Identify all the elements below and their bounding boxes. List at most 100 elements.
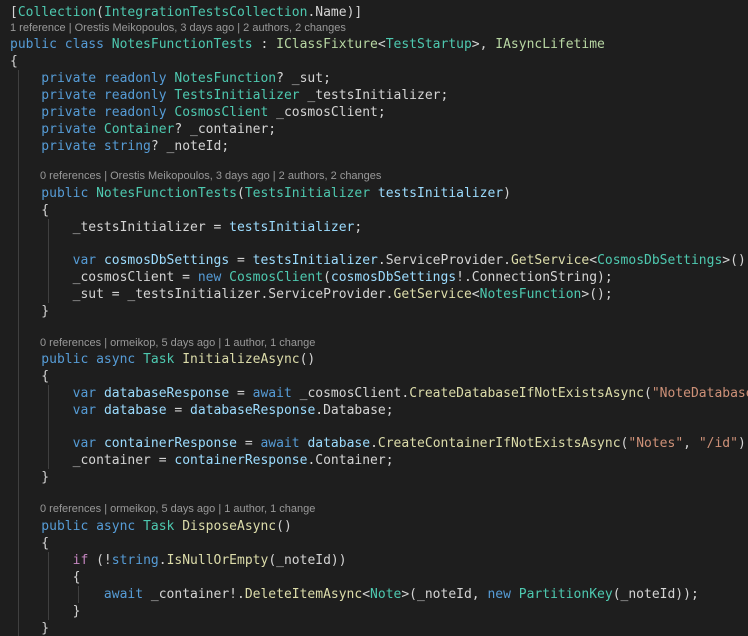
code-token: } bbox=[10, 621, 50, 636]
code-token: ); bbox=[737, 436, 748, 451]
code-token: "/id" bbox=[698, 436, 738, 451]
code-token: NotesFunction bbox=[174, 71, 277, 86]
code-token: TestStartup bbox=[385, 37, 472, 52]
code-token: private readonly bbox=[10, 88, 175, 103]
code-token: cosmosDbSettings bbox=[330, 270, 457, 285]
code-token: public async bbox=[10, 519, 144, 534]
code-line: private readonly NotesFunction? _sut; bbox=[10, 70, 331, 87]
code-token: database bbox=[103, 403, 167, 418]
code-token: TestsInitializer bbox=[244, 186, 371, 201]
code-token: var bbox=[72, 403, 104, 418]
code-token: . bbox=[370, 436, 378, 451]
code-token: _sut = _testsInitializer.ServiceProvider… bbox=[10, 287, 394, 302]
code-token: string bbox=[111, 553, 159, 568]
code-token: NotesFunction bbox=[479, 287, 582, 302]
code-line: { bbox=[10, 202, 49, 219]
code-token: if bbox=[72, 553, 89, 568]
code-line: _sut = _testsInitializer.ServiceProvider… bbox=[10, 286, 613, 303]
code-token: await bbox=[260, 436, 308, 451]
code-token: .ServiceProvider. bbox=[377, 253, 511, 268]
code-token: >, bbox=[471, 37, 496, 52]
code-token: ? _container; bbox=[174, 122, 277, 137]
code-token: "Notes" bbox=[628, 436, 684, 451]
code-editor[interactable]: [Collection(IntegrationTestsCollection.N… bbox=[0, 0, 748, 636]
code-token: testsInitializer bbox=[252, 253, 378, 268]
code-token: () bbox=[276, 519, 292, 534]
code-token: containerResponse bbox=[174, 453, 308, 468]
code-token: Collection bbox=[17, 5, 97, 20]
code-token: private string bbox=[10, 139, 151, 154]
code-token: new bbox=[487, 587, 519, 602]
code-line: _container = containerResponse.Container… bbox=[10, 452, 394, 469]
code-line: var containerResponse = await database.C… bbox=[10, 435, 748, 452]
code-token: Task bbox=[143, 352, 175, 367]
code-token: _cosmosClient. bbox=[291, 386, 410, 401]
code-token: database bbox=[307, 436, 371, 451]
code-token: CreateContainerIfNotExistsAsync bbox=[377, 436, 621, 451]
code-token: ( bbox=[323, 270, 331, 285]
code-line: var database = databaseResponse.Database… bbox=[10, 402, 394, 419]
code-token: } bbox=[10, 604, 81, 619]
codelens-info[interactable]: 0 references | ormeikop, 5 days ago | 1 … bbox=[40, 502, 315, 516]
code-token: var bbox=[72, 253, 104, 268]
code-token: (_noteId)); bbox=[612, 587, 699, 602]
code-token: Note bbox=[370, 587, 402, 602]
code-token: IAsyncLifetime bbox=[495, 37, 605, 52]
code-line: private readonly CosmosClient _cosmosCli… bbox=[10, 104, 386, 121]
code-token: : bbox=[252, 37, 277, 52]
code-token: < bbox=[362, 587, 371, 602]
code-token: _container = bbox=[10, 453, 175, 468]
code-token: ( bbox=[644, 386, 652, 401]
code-line: public async Task InitializeAsync() bbox=[10, 351, 315, 368]
code-token: (_noteId)) bbox=[268, 553, 347, 568]
codelens-info[interactable]: 0 references | ormeikop, 5 days ago | 1 … bbox=[40, 336, 315, 350]
code-token: IntegrationTestsCollection bbox=[103, 5, 308, 20]
code-token: GetService bbox=[393, 287, 472, 302]
codelens-info[interactable]: 1 reference | Orestis Meikopoulos, 3 day… bbox=[10, 21, 346, 35]
code-line: private readonly TestsInitializer _tests… bbox=[10, 87, 448, 104]
code-line: var databaseResponse = await _cosmosClie… bbox=[10, 385, 748, 402]
codelens-info[interactable]: 0 references | Orestis Meikopoulos, 3 da… bbox=[40, 169, 381, 183]
code-token: < bbox=[471, 287, 480, 302]
code-token: private readonly bbox=[10, 71, 175, 86]
code-token: private readonly bbox=[10, 105, 175, 120]
code-token: var bbox=[72, 386, 104, 401]
code-token: !.ConnectionString); bbox=[456, 270, 613, 285]
code-token: = bbox=[166, 403, 191, 418]
code-line: _cosmosClient = new CosmosClient(cosmosD… bbox=[10, 269, 613, 286]
code-token: IClassFixture bbox=[276, 37, 378, 52]
code-token: CreateDatabaseIfNotExistsAsync bbox=[409, 386, 645, 401]
code-token: testsInitializer bbox=[229, 220, 355, 235]
code-token: GetService bbox=[510, 253, 590, 268]
code-token: DisposeAsync bbox=[182, 519, 277, 534]
code-token: ; bbox=[354, 220, 363, 235]
code-token: TestsInitializer bbox=[174, 88, 300, 103]
code-token: (! bbox=[88, 553, 112, 568]
code-token: public async bbox=[10, 352, 144, 367]
code-line: } bbox=[10, 469, 49, 486]
code-token: PartitionKey bbox=[518, 587, 613, 602]
code-token: InitializeAsync bbox=[182, 352, 300, 367]
code-token: "NoteDatabase" bbox=[651, 386, 748, 401]
code-line: } bbox=[10, 303, 49, 320]
code-token: . bbox=[158, 553, 167, 568]
code-token: .Database; bbox=[315, 403, 394, 418]
code-token: public class bbox=[10, 37, 112, 52]
code-token: { bbox=[10, 369, 50, 384]
code-token: Task bbox=[143, 519, 175, 534]
code-token: CosmosClient bbox=[229, 270, 324, 285]
code-token: { bbox=[10, 570, 81, 585]
code-line: private string? _noteId; bbox=[10, 138, 229, 155]
code-token: testsInitializer bbox=[377, 186, 504, 201]
code-token: DeleteItemAsync bbox=[244, 587, 363, 602]
code-token: _cosmosClient; bbox=[268, 105, 386, 120]
code-token: Container bbox=[103, 122, 175, 137]
code-token: , bbox=[683, 436, 699, 451]
